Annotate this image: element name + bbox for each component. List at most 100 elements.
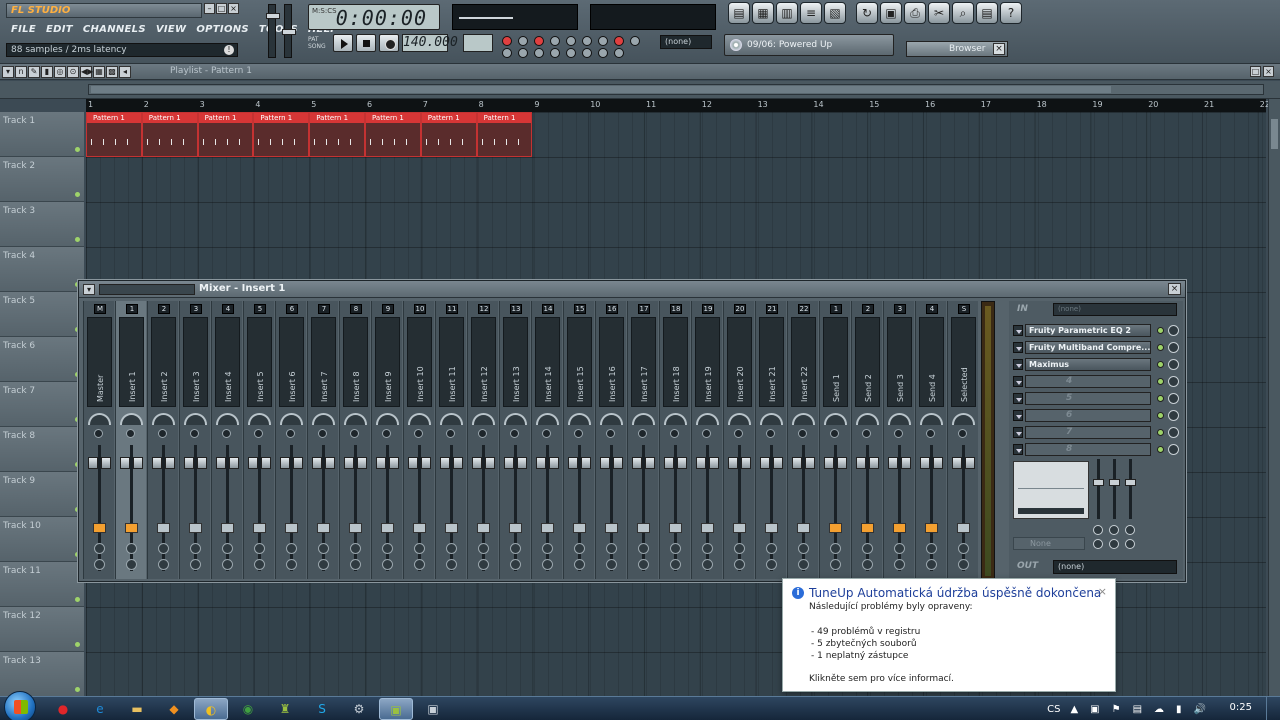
playlist-icon[interactable]: ▤ [728,2,750,24]
fl-studio-2-icon[interactable]: ▣ [416,698,450,720]
pan-knob[interactable] [440,413,463,425]
effect-slot-name[interactable]: 6 [1025,409,1151,422]
effect-slot-name[interactable]: 7 [1025,426,1151,439]
send-knob[interactable] [190,543,201,554]
output-knob[interactable] [670,559,681,570]
stereo-separation-knob[interactable] [606,429,615,438]
notification-close-button[interactable]: × [1098,585,1107,598]
mixer-strip[interactable]: 8 Insert 8 [339,301,370,579]
mixer-strip[interactable]: 19 Insert 19 [691,301,722,579]
mixer-strip[interactable]: 9 Insert 9 [371,301,402,579]
effect-enable-led[interactable] [1157,395,1164,402]
steam-icon[interactable]: ⚙ [342,698,376,720]
output-knob[interactable] [542,559,553,570]
effect-enable-led[interactable] [1157,412,1164,419]
track-header[interactable]: Track 9 [0,472,84,517]
eq-mid-bw-knob[interactable] [1109,539,1119,549]
mixer-icon[interactable]: ▧ [824,2,846,24]
send-knob[interactable] [446,543,457,554]
volume-fader[interactable] [952,457,962,469]
menu-edit[interactable]: EDIT [41,22,78,37]
input-selector[interactable]: (none) [1053,303,1177,316]
route-switch[interactable] [221,523,234,533]
output-knob[interactable] [926,559,937,570]
output-knob[interactable] [862,559,873,570]
pan-knob[interactable] [696,413,719,425]
route-switch[interactable] [93,523,106,533]
route-switch[interactable] [541,523,554,533]
effect-enable-led[interactable] [1157,344,1164,351]
opera-icon[interactable]: ● [46,698,80,720]
output-knob[interactable] [958,559,969,570]
overdub-toggle[interactable] [518,48,528,58]
stereo-separation-knob[interactable] [382,429,391,438]
internet-explorer-icon[interactable]: e [83,698,117,720]
route-switch[interactable] [829,523,842,533]
loop-record-toggle[interactable] [582,36,592,46]
route-switch[interactable] [509,523,522,533]
track-header[interactable]: Track 4 [0,247,84,292]
pat-song-switch[interactable]: PAT SONG [308,36,330,50]
stereo-separation-knob[interactable] [574,429,583,438]
send-fader[interactable] [261,457,271,469]
send-knob[interactable] [382,543,393,554]
send-fader[interactable] [229,457,239,469]
step-edit-toggle[interactable] [550,36,560,46]
effect-mix-knob[interactable] [1168,376,1179,387]
pan-knob[interactable] [408,413,431,425]
volume-fader[interactable] [216,457,226,469]
send-knob[interactable] [734,543,745,554]
route-switch[interactable] [957,523,970,533]
stereo-separation-knob[interactable] [702,429,711,438]
mixer-strip[interactable]: 12 Insert 12 [467,301,498,579]
playlist-vscroll-thumb[interactable] [1271,119,1278,149]
stereo-separation-knob[interactable] [830,429,839,438]
multilink-toggle[interactable] [614,36,624,46]
route-switch[interactable] [413,523,426,533]
send-knob[interactable] [414,543,425,554]
effect-slot-menu-icon[interactable] [1013,325,1023,336]
eq-high-freq-knob[interactable] [1125,525,1135,535]
mixer-strip[interactable]: 10 Insert 10 [403,301,434,579]
send-knob[interactable] [670,543,681,554]
output-knob[interactable] [702,559,713,570]
song-position-display[interactable]: M:S:CS 0:00:00 [308,4,440,30]
eq-low-handle[interactable] [1093,479,1104,486]
effect-mix-knob[interactable] [1168,325,1179,336]
effect-slot-name[interactable]: 8 [1025,443,1151,456]
audio-toggle[interactable] [566,48,576,58]
send-knob[interactable] [958,543,969,554]
route-switch[interactable] [925,523,938,533]
volume-fader[interactable] [824,457,834,469]
effect-slot-name[interactable]: 5 [1025,392,1151,405]
volume-fader[interactable] [472,457,482,469]
route-switch[interactable] [349,523,362,533]
route-switch[interactable] [669,523,682,533]
master-pitch-slider[interactable] [282,4,296,58]
effect-mix-knob[interactable] [1168,342,1179,353]
send-knob[interactable] [766,543,777,554]
pan-knob[interactable] [600,413,623,425]
save-icon[interactable]: ▣ [880,2,902,24]
volume-fader[interactable] [536,457,546,469]
send-fader[interactable] [965,457,975,469]
mixer-strip[interactable]: 4 Send 4 [915,301,946,579]
send-knob[interactable] [638,543,649,554]
send-fader[interactable] [613,457,623,469]
menu-file[interactable]: FILE [6,22,41,37]
route-switch[interactable] [861,523,874,533]
send-fader[interactable] [485,457,495,469]
send-fader[interactable] [325,457,335,469]
play-button[interactable] [333,34,353,52]
volume-fader[interactable] [280,457,290,469]
route-switch[interactable] [317,523,330,533]
send-knob[interactable] [158,543,169,554]
mixer-strip[interactable]: 13 Insert 13 [499,301,530,579]
pan-knob[interactable] [472,413,495,425]
output-knob[interactable] [94,559,105,570]
send-fader[interactable] [677,457,687,469]
browser-icon[interactable]: ≡ [800,2,822,24]
typing-keyboard-toggle[interactable] [598,36,608,46]
route-switch[interactable] [893,523,906,533]
output-knob[interactable] [510,559,521,570]
